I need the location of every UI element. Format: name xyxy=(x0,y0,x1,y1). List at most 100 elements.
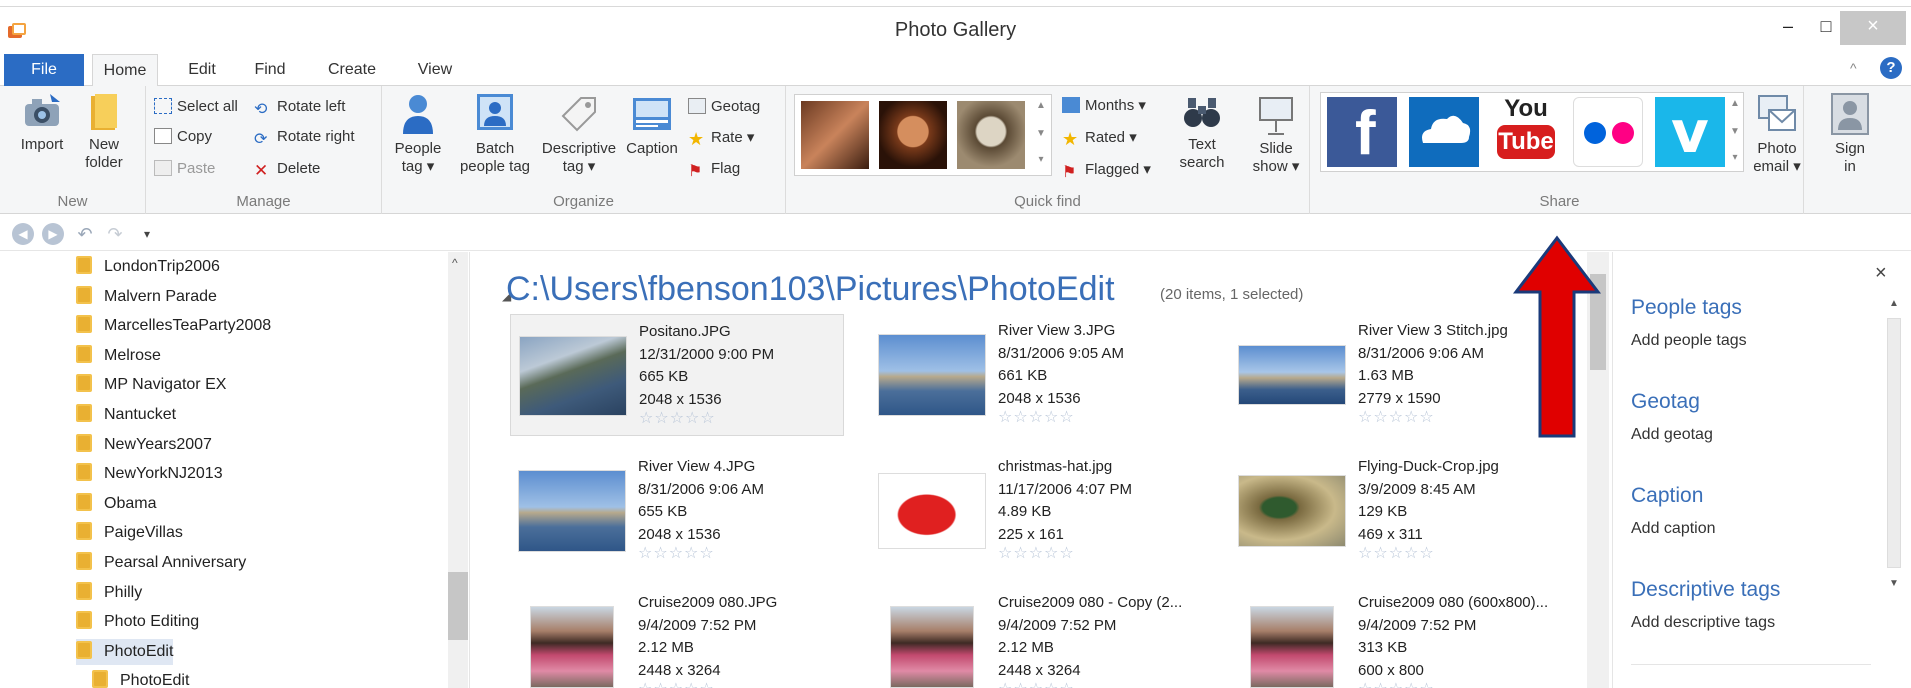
rating-stars[interactable]: ☆☆☆☆☆ xyxy=(998,682,1182,688)
person-thumbnail[interactable] xyxy=(957,101,1025,169)
undo-icon[interactable]: ↶ xyxy=(74,223,96,245)
rating-stars[interactable]: ☆☆☆☆☆ xyxy=(638,546,764,562)
rating-stars[interactable]: ☆☆☆☆☆ xyxy=(998,546,1132,562)
close-button[interactable]: × xyxy=(1840,11,1906,45)
rating-stars[interactable]: ☆☆☆☆☆ xyxy=(638,682,777,688)
photo-thumbnail[interactable] xyxy=(878,334,986,416)
tree-scrollbar[interactable]: ^ xyxy=(448,252,468,688)
tab-create[interactable]: Create xyxy=(320,54,384,86)
redo-icon[interactable]: ↷ xyxy=(104,223,126,245)
rating-stars[interactable]: ☆☆☆☆☆ xyxy=(1358,410,1508,426)
descriptive-tag-button[interactable]: Descriptive tag ▾ xyxy=(536,92,622,176)
pane-scroll-thumb[interactable] xyxy=(1887,318,1901,568)
tree-folder-item[interactable]: Philly xyxy=(76,580,142,606)
flickr-icon[interactable] xyxy=(1573,97,1643,167)
flag-button[interactable]: ⚑ Flag xyxy=(688,160,740,180)
folder-path-heading[interactable]: C:\Users\fbenson103\Pictures\PhotoEdit xyxy=(506,270,1115,309)
pane-add-link[interactable]: Add caption xyxy=(1631,520,1716,538)
forward-icon[interactable]: ▶ xyxy=(42,223,64,245)
photo-item[interactable]: River View 3.JPG 8/31/2006 9:05 AM 661 KB 2… xyxy=(870,314,1204,436)
pane-add-link[interactable]: Add geotag xyxy=(1631,426,1713,444)
tree-folder-item[interactable]: Pearsal Anniversary xyxy=(76,550,246,576)
slide-show-button[interactable]: Slide show ▾ xyxy=(1244,92,1308,176)
tree-folder-item[interactable]: PhotoEdit xyxy=(76,638,174,665)
tab-edit[interactable]: Edit xyxy=(180,54,224,86)
tab-find[interactable]: Find xyxy=(248,54,292,86)
delete-button[interactable]: ✕ Delete xyxy=(254,160,320,180)
tree-folder-item[interactable]: PaigeVillas xyxy=(76,520,183,546)
tree-scroll-thumb[interactable] xyxy=(448,572,468,640)
close-pane-icon[interactable]: × xyxy=(1875,262,1887,285)
pane-add-link[interactable]: Add descriptive tags xyxy=(1631,614,1775,632)
person-thumbnail[interactable] xyxy=(879,101,947,169)
copy-button[interactable]: Copy xyxy=(154,128,212,145)
photo-thumbnail[interactable] xyxy=(519,336,627,416)
rate-button[interactable]: ★ Rate ▾ xyxy=(688,128,754,149)
photo-email-button[interactable]: Photo email ▾ xyxy=(1744,92,1810,176)
rated-button[interactable]: ★ Rated ▾ xyxy=(1062,128,1137,149)
tree-folder-item[interactable]: LondonTrip2006 xyxy=(76,254,220,280)
back-icon[interactable]: ◀ xyxy=(12,223,34,245)
tree-folder-item[interactable]: MarcellesTeaParty2008 xyxy=(76,313,271,339)
person-thumbnail[interactable] xyxy=(801,101,869,169)
photo-item[interactable]: Positano.JPG 12/31/2000 9:00 PM 665 KB 2048… xyxy=(510,314,844,436)
rotate-left-button[interactable]: ⟲ Rotate left xyxy=(254,98,345,118)
tree-folder-item[interactable]: Nantucket xyxy=(76,402,176,428)
photo-item[interactable]: Flying-Duck-Crop.jpg 3/9/2009 8:45 AM 129 … xyxy=(1230,450,1564,572)
photo-item[interactable]: Cruise2009 080.JPG 9/4/2009 7:52 PM 2.12 M… xyxy=(510,586,844,688)
geotag-button[interactable]: Geotag xyxy=(688,98,760,115)
photo-item[interactable]: christmas-hat.jpg 11/17/2006 4:07 PM 4.89 … xyxy=(870,450,1204,572)
import-button[interactable]: Import xyxy=(12,92,72,154)
scroll-down-icon[interactable]: ▼ xyxy=(1035,127,1047,141)
photo-thumbnail[interactable] xyxy=(1238,345,1346,405)
photo-thumbnail[interactable] xyxy=(530,606,614,688)
tree-folder-item[interactable]: NewYears2007 xyxy=(76,432,212,458)
scroll-up-icon[interactable]: ▲ xyxy=(1729,97,1741,111)
scroll-up-icon[interactable]: ^ xyxy=(452,256,458,270)
expand-gallery-icon[interactable]: ▾ xyxy=(1035,153,1047,167)
batch-people-tag-button[interactable]: Batch people tag xyxy=(452,92,538,176)
tree-folder-item[interactable]: Photo Editing xyxy=(76,609,199,635)
rating-stars[interactable]: ☆☆☆☆☆ xyxy=(1358,546,1499,562)
paste-button[interactable]: Paste xyxy=(154,160,215,177)
tab-file[interactable]: File xyxy=(4,54,84,86)
youtube-icon[interactable]: You Tube xyxy=(1491,97,1561,167)
photo-thumbnail[interactable] xyxy=(890,606,974,688)
rating-stars[interactable]: ☆☆☆☆☆ xyxy=(639,411,774,427)
scroll-down-icon[interactable]: ▼ xyxy=(1729,125,1741,139)
vimeo-icon[interactable]: v xyxy=(1655,97,1725,167)
people-thumbnails[interactable]: ▲ ▼ ▾ xyxy=(794,94,1052,176)
months-button[interactable]: Months ▾ xyxy=(1062,96,1146,114)
new-folder-button[interactable]: New folder xyxy=(76,92,132,172)
photo-thumbnail[interactable] xyxy=(878,473,986,549)
text-search-button[interactable]: Text search xyxy=(1172,92,1232,172)
photo-item[interactable]: River View 4.JPG 8/31/2006 9:06 AM 655 KB 2… xyxy=(510,450,844,572)
people-tag-button[interactable]: People tag ▾ xyxy=(388,92,448,176)
help-icon[interactable]: ? xyxy=(1880,57,1902,79)
customize-toolbar-icon[interactable]: ▾ xyxy=(136,223,158,245)
photo-item[interactable]: Cruise2009 080 (600x800)... 9/4/2009 7:52… xyxy=(1230,586,1564,688)
caption-button[interactable]: Caption xyxy=(620,92,684,158)
scroll-up-icon[interactable]: ▲ xyxy=(1035,99,1047,113)
rating-stars[interactable]: ☆☆☆☆☆ xyxy=(1358,682,1548,688)
flagged-button[interactable]: ⚑ Flagged ▾ xyxy=(1062,160,1151,181)
photo-thumbnail[interactable] xyxy=(518,470,626,552)
tree-folder-item[interactable]: Malvern Parade xyxy=(76,284,217,310)
sign-in-button[interactable]: Sign in xyxy=(1820,92,1880,176)
rating-stars[interactable]: ☆☆☆☆☆ xyxy=(998,410,1124,426)
tree-folder-item[interactable]: PhotoEdit xyxy=(92,668,189,688)
pane-add-link[interactable]: Add people tags xyxy=(1631,332,1747,350)
select-all-button[interactable]: Select all xyxy=(154,98,238,115)
tree-folder-item[interactable]: NewYorkNJ2013 xyxy=(76,461,223,487)
photo-thumbnail[interactable] xyxy=(1238,475,1346,547)
tree-folder-item[interactable]: MP Navigator EX xyxy=(76,372,226,398)
photo-item[interactable]: Cruise2009 080 - Copy (2... 9/4/2009 7:52… xyxy=(870,586,1204,688)
expand-gallery-icon[interactable]: ▾ xyxy=(1729,151,1741,165)
tree-folder-item[interactable]: Melrose xyxy=(76,343,161,369)
facebook-icon[interactable]: f xyxy=(1327,97,1397,167)
photo-thumbnail[interactable] xyxy=(1250,606,1334,688)
onedrive-icon[interactable] xyxy=(1409,97,1479,167)
tree-folder-item[interactable]: Obama xyxy=(76,491,156,517)
collapse-ribbon-icon[interactable]: ^ xyxy=(1850,60,1857,76)
tab-view[interactable]: View xyxy=(410,54,460,86)
